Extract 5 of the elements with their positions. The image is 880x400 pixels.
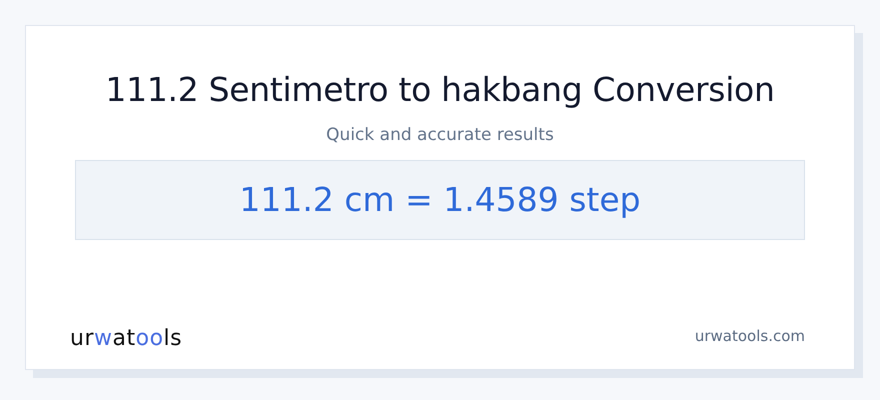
page-title: 111.2 Sentimetro to hakbang Conversion bbox=[105, 70, 775, 110]
site-domain: urwatools.com bbox=[694, 326, 805, 344]
subtitle: Quick and accurate results bbox=[326, 124, 554, 146]
logo: urwatools bbox=[70, 326, 182, 351]
conversion-result: 111.2 cm = 1.4589 step bbox=[239, 180, 641, 220]
